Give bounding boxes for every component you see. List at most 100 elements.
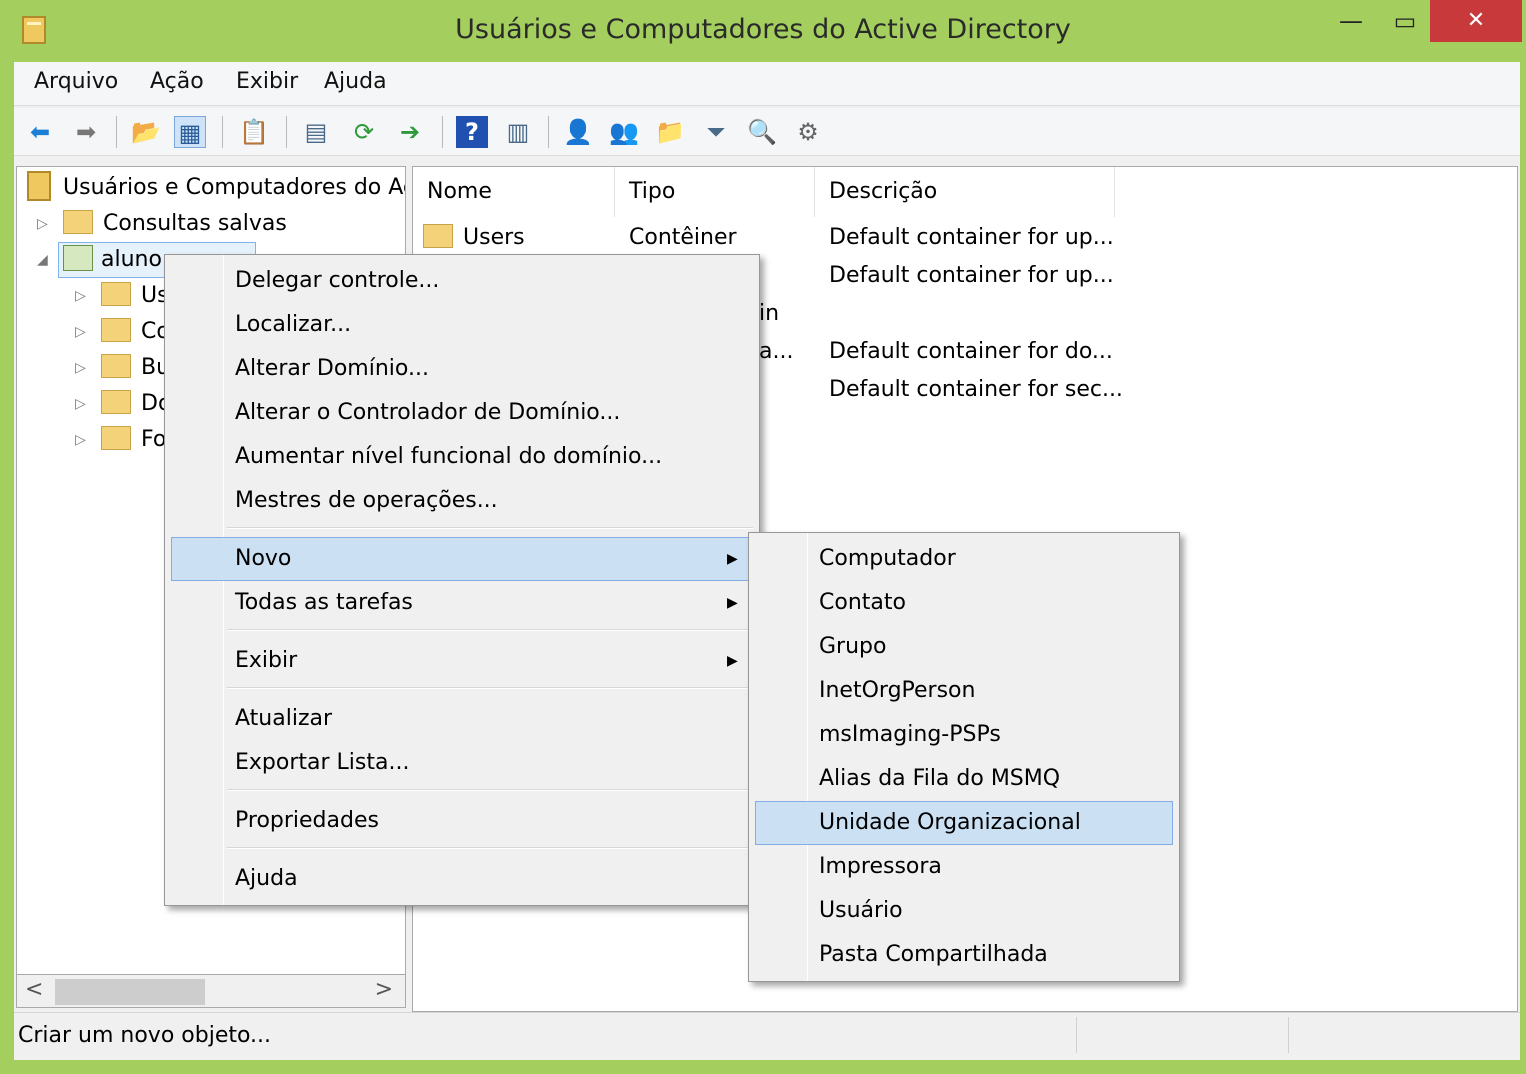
menu-item-delegar-controle[interactable]: Delegar controle... [235, 259, 439, 303]
column-header-description[interactable]: Descrição [815, 167, 1115, 217]
column-header-name[interactable]: Nome [413, 167, 615, 217]
submenu-novo: Computador Contato Grupo InetOrgPerson m… [748, 532, 1180, 982]
menu-item-mestres-operacoes[interactable]: Mestres de operações... [235, 479, 498, 523]
scroll-left-icon[interactable]: < [25, 977, 43, 1002]
column-header-type[interactable]: Tipo [615, 167, 815, 217]
expand-collapsed-icon[interactable]: ▷ [75, 387, 86, 421]
view-icon[interactable]: ▥ [502, 116, 534, 148]
new-user-icon[interactable]: 👤 [562, 116, 594, 148]
folder-icon [101, 426, 131, 450]
menu-item-alterar-controlador[interactable]: Alterar o Controlador de Domínio... [235, 391, 620, 435]
submenu-item-msimaging-psps[interactable]: msImaging-PSPs [819, 713, 1001, 757]
help-icon[interactable]: ? [456, 116, 488, 148]
menu-ajuda[interactable]: Ajuda [324, 69, 387, 94]
tree-root[interactable]: Usuários e Computadores do Active Direct… [27, 171, 405, 205]
window-title: Usuários e Computadores do Active Direct… [455, 14, 1071, 45]
cell-description: Default container for sec... [829, 377, 1123, 402]
add-to-group-icon[interactable]: ⚙ [792, 116, 824, 148]
menu-item-aumentar-nivel[interactable]: Aumentar nível funcional do domínio... [235, 435, 662, 479]
cell-description: Default container for do... [829, 339, 1113, 364]
status-text: Criar um novo objeto... [18, 1023, 272, 1048]
new-ou-icon[interactable]: 📁 [654, 116, 686, 148]
menu-acao[interactable]: Ação [150, 69, 204, 94]
folder-icon [101, 282, 131, 306]
menu-item-propriedades[interactable]: Propriedades [235, 799, 379, 843]
submenu-item-grupo[interactable]: Grupo [819, 625, 886, 669]
tree-child-computers[interactable]: Co [101, 315, 170, 349]
menu-separator [227, 687, 753, 689]
menu-exibir[interactable]: Exibir [236, 69, 298, 94]
cell-name: Users [463, 225, 525, 250]
minimize-button[interactable]: — [1326, 0, 1376, 42]
menu-arquivo[interactable]: Arquivo [34, 69, 118, 94]
folder-icon [101, 354, 131, 378]
expand-collapsed-icon[interactable]: ▷ [75, 351, 86, 385]
expand-collapsed-icon[interactable]: ▷ [75, 279, 86, 313]
tree-horizontal-scrollbar[interactable]: < > [16, 974, 406, 1008]
ou-folder-icon [101, 390, 131, 414]
menu-item-localizar[interactable]: Localizar... [235, 303, 351, 347]
back-arrow-icon[interactable]: ⬅ [24, 116, 56, 148]
submenu-item-pasta-compartilhada[interactable]: Pasta Compartilhada [819, 933, 1048, 977]
submenu-item-unidade-organizacional[interactable]: Unidade Organizacional [819, 801, 1081, 845]
table-row[interactable]: Users [423, 219, 525, 257]
tree-saved-queries[interactable]: Consultas salvas [63, 207, 287, 241]
ad-root-icon [27, 171, 51, 201]
menu-item-novo[interactable]: Novo [235, 537, 291, 581]
toolbar-separator [116, 116, 117, 148]
scroll-thumb[interactable] [55, 979, 205, 1005]
menu-item-todas-tarefas[interactable]: Todas as tarefas [235, 581, 413, 625]
expand-collapsed-icon[interactable]: ▷ [37, 207, 48, 241]
up-folder-icon[interactable]: 📂 [130, 116, 162, 148]
submenu-item-computador[interactable]: Computador [819, 537, 956, 581]
title-bar: Usuários e Computadores do Active Direct… [0, 0, 1526, 62]
menu-item-ajuda[interactable]: Ajuda [235, 857, 298, 901]
status-bar: Criar um novo objeto... [14, 1012, 1520, 1058]
export-list-icon[interactable]: ➔ [394, 116, 426, 148]
toolbar-separator [442, 116, 443, 148]
close-button[interactable]: ✕ [1430, 0, 1522, 42]
tree-child-users[interactable]: Us [101, 279, 169, 313]
new-group-icon[interactable]: 👥 [608, 116, 640, 148]
submenu-item-usuario[interactable]: Usuário [819, 889, 903, 933]
refresh-icon[interactable]: ⟳ [348, 116, 380, 148]
menu-separator [227, 789, 753, 791]
cell-type: Contêiner [629, 225, 737, 250]
properties-icon[interactable]: ▤ [300, 116, 332, 148]
expand-collapsed-icon[interactable]: ▷ [75, 423, 86, 457]
toolbar: ⬅ ➡ 📂 ▦ 📋 ▤ ⟳ ➔ ? ▥ 👤 👥 📁 ⏷ 🔍 ⚙ [14, 108, 1520, 156]
menu-item-exibir[interactable]: Exibir [235, 639, 297, 683]
find-icon[interactable]: 🔍 [746, 116, 778, 148]
tree-child-label: Fo [141, 427, 167, 452]
menu-item-atualizar[interactable]: Atualizar [235, 697, 332, 741]
folder-icon [423, 224, 453, 248]
submenu-item-inetorgperson[interactable]: InetOrgPerson [819, 669, 975, 713]
menu-item-exportar-lista[interactable]: Exportar Lista... [235, 741, 409, 785]
maximize-button[interactable]: ▭ [1380, 0, 1430, 42]
forward-arrow-icon[interactable]: ➡ [70, 116, 102, 148]
submenu-item-contato[interactable]: Contato [819, 581, 906, 625]
toolbar-separator [222, 116, 223, 148]
show-hide-console-tree-icon[interactable]: ▦ [174, 116, 206, 148]
filter-icon[interactable]: ⏷ [700, 116, 732, 148]
menu-separator [227, 527, 753, 529]
submenu-item-alias-msmq[interactable]: Alias da Fila do MSMQ [819, 757, 1060, 801]
scroll-right-icon[interactable]: > [375, 977, 393, 1002]
submenu-item-impressora[interactable]: Impressora [819, 845, 942, 889]
status-divider [1288, 1017, 1289, 1053]
submenu-arrow-icon: ▶ [727, 653, 738, 669]
menu-item-alterar-dominio[interactable]: Alterar Domínio... [235, 347, 429, 391]
tree-child-domain-controllers[interactable]: Do [101, 387, 171, 421]
tree-child-builtin[interactable]: Bu [101, 351, 170, 385]
menu-gutter [807, 533, 808, 981]
context-menu: Delegar controle... Localizar... Alterar… [164, 254, 760, 906]
cell-type: in [759, 301, 780, 326]
clipboard-icon[interactable]: 📋 [238, 116, 270, 148]
expand-collapsed-icon[interactable]: ▷ [75, 315, 86, 349]
toolbar-separator [286, 116, 287, 148]
expand-expanded-icon[interactable]: ◢ [37, 243, 48, 277]
folder-icon [63, 210, 93, 234]
tree-child-foreign[interactable]: Fo [101, 423, 166, 457]
status-divider [1076, 1017, 1077, 1053]
tree-root-label: Usuários e Computadores do Active Direct… [63, 175, 405, 200]
